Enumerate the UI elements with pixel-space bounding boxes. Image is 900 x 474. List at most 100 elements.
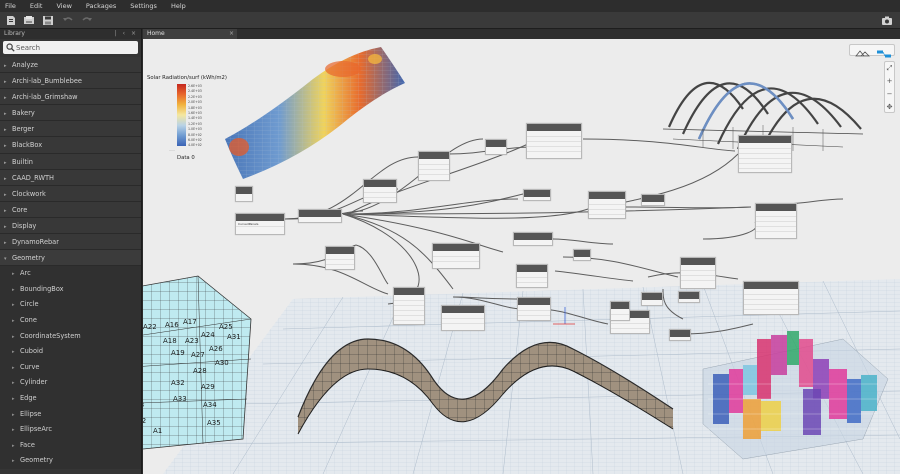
graph-node[interactable] (325, 246, 355, 270)
graph-node[interactable] (298, 209, 342, 223)
graph-node[interactable] (485, 139, 507, 155)
menu-packages[interactable]: Packages (81, 0, 125, 12)
subcategory-item[interactable]: ▸ Cone (0, 313, 141, 329)
node-header[interactable] (514, 233, 552, 240)
node-header[interactable] (756, 204, 796, 211)
graph-node[interactable] (669, 329, 691, 341)
graph-node[interactable] (526, 123, 582, 159)
menu-file[interactable]: File (0, 0, 25, 12)
graph-node[interactable] (432, 243, 480, 269)
node-header[interactable] (364, 180, 396, 187)
graph-node[interactable] (588, 191, 626, 219)
category-item[interactable]: ▸ Berger (0, 121, 141, 138)
graph-node[interactable] (641, 292, 663, 306)
node-header[interactable] (611, 302, 629, 309)
node-header[interactable] (299, 210, 341, 217)
node-header[interactable] (574, 250, 590, 257)
node-header[interactable] (524, 190, 550, 197)
subcategory-item[interactable]: ▸ Edge (0, 390, 141, 407)
camera-icon[interactable] (881, 15, 893, 26)
graph-node[interactable] (680, 257, 716, 289)
zoom-out-icon[interactable]: − (885, 88, 894, 101)
node-header[interactable] (326, 247, 354, 254)
node-header[interactable] (679, 292, 699, 299)
menu-settings[interactable]: Settings (125, 0, 166, 12)
search-input[interactable] (16, 41, 136, 54)
subcategory-item[interactable]: ▸ Circle (0, 297, 141, 313)
close-icon[interactable]: × (229, 29, 234, 39)
category-item[interactable]: ▸ Builtin (0, 153, 141, 170)
graph-node[interactable] (641, 194, 665, 206)
menu-help[interactable]: Help (166, 0, 195, 12)
node-header[interactable] (486, 140, 506, 147)
subcategory-item[interactable]: ▸ Face (0, 437, 141, 454)
zoom-fit-icon[interactable]: ⤢ (885, 62, 894, 75)
node-header[interactable] (236, 187, 252, 194)
graph-node[interactable] (418, 151, 450, 181)
subcategory-item[interactable]: ▸ Curve (0, 359, 141, 376)
subcategory-item[interactable]: ▸ Cylinder (0, 375, 141, 391)
subcategory-item[interactable]: ▸ BoundingBox (0, 281, 141, 298)
node-header[interactable] (517, 265, 547, 272)
graph-node[interactable] (235, 186, 253, 202)
graph-node[interactable] (393, 287, 425, 325)
menu-edit[interactable]: Edit (25, 0, 52, 12)
geometry-view-icon[interactable] (855, 50, 870, 57)
category-item[interactable]: ▸ Archi-lab_Grimshaw (0, 89, 141, 106)
node-header[interactable] (589, 192, 625, 199)
node-header[interactable] (642, 293, 662, 300)
undo-icon[interactable] (62, 15, 74, 26)
graph-node[interactable] (513, 232, 553, 246)
category-item[interactable]: ▸ Archi-lab_Bumblebee (0, 73, 141, 90)
graph-node[interactable] (441, 305, 485, 331)
graph-node[interactable] (755, 203, 797, 239)
category-item[interactable]: ▸ Clockwork (0, 185, 141, 202)
node-header[interactable] (433, 244, 479, 251)
graph-node[interactable] (610, 301, 630, 321)
subcategory-item[interactable]: ▸ Geometry (0, 453, 141, 469)
node-header[interactable] (670, 330, 690, 337)
graph-node[interactable] (573, 249, 591, 261)
node-header[interactable] (739, 136, 791, 143)
library-controls[interactable]: | ‹ × (115, 29, 138, 39)
pan-icon[interactable]: ✥ (885, 101, 894, 114)
zoom-in-icon[interactable]: + (885, 75, 894, 88)
save-icon[interactable] (42, 15, 54, 26)
graph-node[interactable] (678, 291, 700, 303)
node-header[interactable] (442, 306, 484, 313)
subcategory-item[interactable]: ▸ Ellipse (0, 406, 141, 423)
graph-canvas[interactable]: A20A15A21A22A14A16A13A17A10A12A18A11A25A… (143, 39, 900, 474)
category-item[interactable]: ▸ DynamoRebar (0, 234, 141, 251)
node-header[interactable] (518, 298, 550, 305)
graph-node[interactable] (738, 135, 792, 173)
graph-node[interactable] (517, 297, 551, 321)
tab-home[interactable]: Home × (143, 29, 237, 39)
code-block-node[interactable]: CurvedPanels (235, 213, 285, 235)
graph-node[interactable] (523, 189, 551, 201)
category-item[interactable]: ▸ Bakery (0, 105, 141, 122)
node-header[interactable] (527, 124, 581, 131)
category-item[interactable]: ▸ CAAD_RWTH (0, 169, 141, 186)
graph-node[interactable] (363, 179, 397, 203)
subcategory-item[interactable]: ▸ Cuboid (0, 344, 141, 360)
node-header[interactable] (681, 258, 715, 265)
menu-view[interactable]: View (51, 0, 80, 12)
category-item[interactable]: ▸ Analyze (0, 57, 141, 74)
redo-icon[interactable] (81, 15, 93, 26)
category-item[interactable]: ▸ Core (0, 201, 141, 218)
graph-view-icon[interactable] (877, 50, 891, 58)
node-header[interactable] (744, 282, 798, 289)
view-toggle[interactable] (849, 44, 895, 58)
subcategory-item[interactable]: ▸ EllipseArc (0, 422, 141, 438)
category-item[interactable]: ▸ BlackBox (0, 137, 141, 154)
category-item-geometry[interactable]: ▾ Geometry (0, 250, 141, 267)
subcategory-item[interactable]: ▸ CoordinateSystem (0, 328, 141, 345)
category-item[interactable]: ▸ Display (0, 217, 141, 235)
graph-node[interactable] (743, 281, 799, 315)
node-header[interactable] (419, 152, 449, 159)
node-header[interactable] (236, 214, 284, 221)
open-file-icon[interactable] (23, 15, 35, 26)
new-file-icon[interactable] (5, 15, 17, 26)
node-header[interactable] (394, 288, 424, 295)
graph-node[interactable] (516, 264, 548, 288)
